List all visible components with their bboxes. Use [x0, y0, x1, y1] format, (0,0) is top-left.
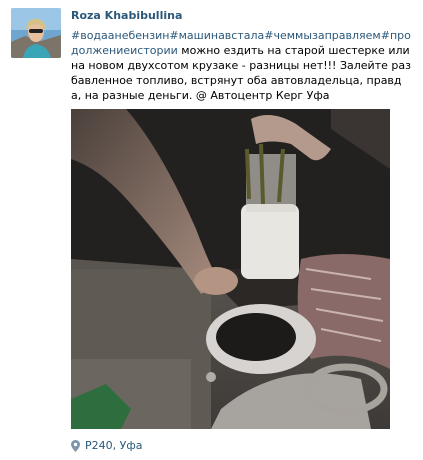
post-location[interactable]: Р240, Уфа: [71, 439, 142, 452]
post-text: #водаанебензин#машинавстала#чеммызаправл…: [71, 28, 411, 103]
location-label[interactable]: Р240, Уфа: [85, 439, 142, 452]
avatar[interactable]: [11, 8, 61, 58]
map-pin-icon: [71, 439, 80, 452]
author-name[interactable]: Roza Khabibullina: [71, 9, 182, 22]
post-card: Roza Khabibullina #водаанебензин#машинав…: [0, 0, 423, 460]
post-photo[interactable]: [71, 109, 390, 429]
